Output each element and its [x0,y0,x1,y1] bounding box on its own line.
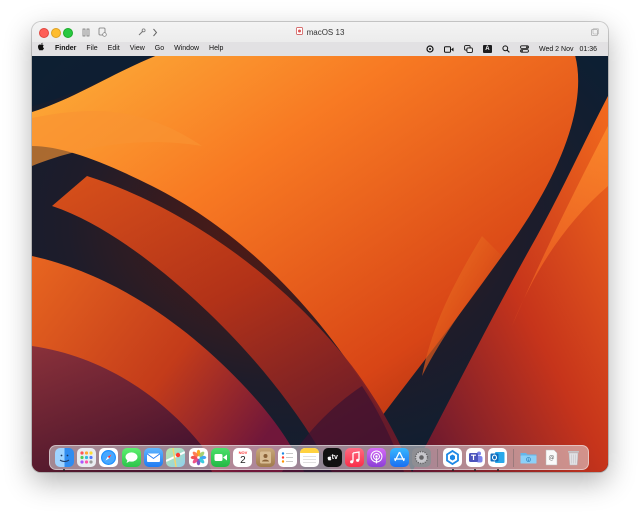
desktop-wallpaper [32,56,608,472]
vm-window: macOS 13 Finder File Edit View Go Window… [32,22,608,472]
apple-logo-icon [38,42,44,50]
guest-screen: Finder File Edit View Go Window Help A W… [32,42,608,472]
contacts-icon [255,448,275,467]
menubar: Finder File Edit View Go Window Help A W… [32,42,608,56]
keyboard-input-indicator[interactable]: A [478,42,497,56]
dock-teams[interactable] [465,447,485,471]
dock-maps[interactable] [166,447,186,468]
pause-icon[interactable] [80,25,92,39]
menu-view[interactable]: View [125,42,150,56]
dock-facetime[interactable] [211,447,231,468]
dock-separator [512,448,514,467]
menubar-status-area: A Wed 2 Nov 01:36 [421,42,608,56]
dock-email-document[interactable]: @ [541,447,561,468]
svg-text:@: @ [548,455,554,462]
maps-icon [166,448,186,467]
video-camera-icon[interactable] [439,42,459,56]
fullscreen-icon[interactable] [588,25,600,39]
apple-menu[interactable] [32,42,50,57]
safari-icon [99,448,119,467]
dock-separator [436,448,438,467]
calendar-icon: NOV 2 [233,448,253,467]
menu-app-name[interactable]: Finder [50,42,81,56]
dock-messages[interactable] [121,447,141,468]
spotlight-search-icon[interactable] [497,42,515,56]
messages-icon [121,448,141,467]
dock-contacts[interactable] [255,447,275,468]
podcasts-icon [367,448,387,467]
menu-edit[interactable]: Edit [103,42,125,56]
control-center-icon[interactable] [515,42,534,56]
running-indicator [451,469,454,471]
dock-downloads-folder[interactable] [519,447,539,468]
menubar-date[interactable]: Wed 2 Nov [534,42,579,56]
calendar-day: 2 [240,455,246,466]
sync-status-icon[interactable] [421,42,439,56]
outlook-icon [488,448,508,467]
dock-mail[interactable] [143,447,164,468]
dock-calendar[interactable]: NOV 2 [233,447,253,468]
dock-parallels-toolbox[interactable] [443,447,463,471]
menu-file[interactable]: File [81,42,102,56]
teams-icon [465,448,485,467]
dock-launchpad[interactable] [76,447,97,468]
dock-podcasts[interactable] [367,447,387,468]
zoom-button[interactable] [63,28,73,38]
minimize-button[interactable] [51,28,61,38]
dock-reminders[interactable] [278,447,298,468]
photos-icon [188,448,208,467]
vm-os-icon [295,27,303,37]
vm-title-text: macOS 13 [306,27,345,37]
menu-help[interactable]: Help [204,42,228,56]
dock-trash[interactable] [564,447,584,468]
folder-icon [519,448,538,467]
close-button[interactable] [39,28,49,38]
app-store-icon [389,448,409,467]
dock-finder[interactable] [54,447,74,471]
dock-system-settings[interactable] [412,447,432,468]
facetime-icon [211,448,231,467]
dock-safari[interactable] [99,447,119,468]
toolbox-icon [443,448,463,467]
dock-apple-tv[interactable]: tv [322,447,342,468]
trash-icon [564,448,583,467]
vm-title: macOS 13 [32,22,608,42]
dock-outlook[interactable] [488,447,508,471]
dock: NOV 2 tv @ [49,445,589,471]
mail-icon [144,448,164,467]
dock-music[interactable] [345,447,365,468]
dock-photos[interactable] [188,447,208,468]
dock-notes[interactable] [300,447,320,468]
window-overlap-icon[interactable] [459,42,478,56]
menubar-time[interactable]: 01:36 [578,42,602,56]
menu-go[interactable]: Go [150,42,169,56]
chevron-right-icon[interactable] [150,25,160,39]
apple-tv-icon: tv [322,448,342,467]
menu-window[interactable]: Window [169,42,204,56]
dock-app-store[interactable] [389,447,409,468]
reminders-icon [278,448,298,467]
wrench-icon[interactable] [135,25,147,39]
launchpad-icon [77,448,97,467]
document-icon: @ [542,448,561,467]
running-indicator [496,469,499,471]
notes-icon [300,448,320,467]
vm-titlebar: macOS 13 [32,22,608,43]
music-icon [345,448,365,467]
gear-icon [412,448,432,467]
apple-tv-label: tv [331,454,338,461]
finder-icon [54,448,74,467]
snapshot-icon[interactable] [96,25,108,39]
